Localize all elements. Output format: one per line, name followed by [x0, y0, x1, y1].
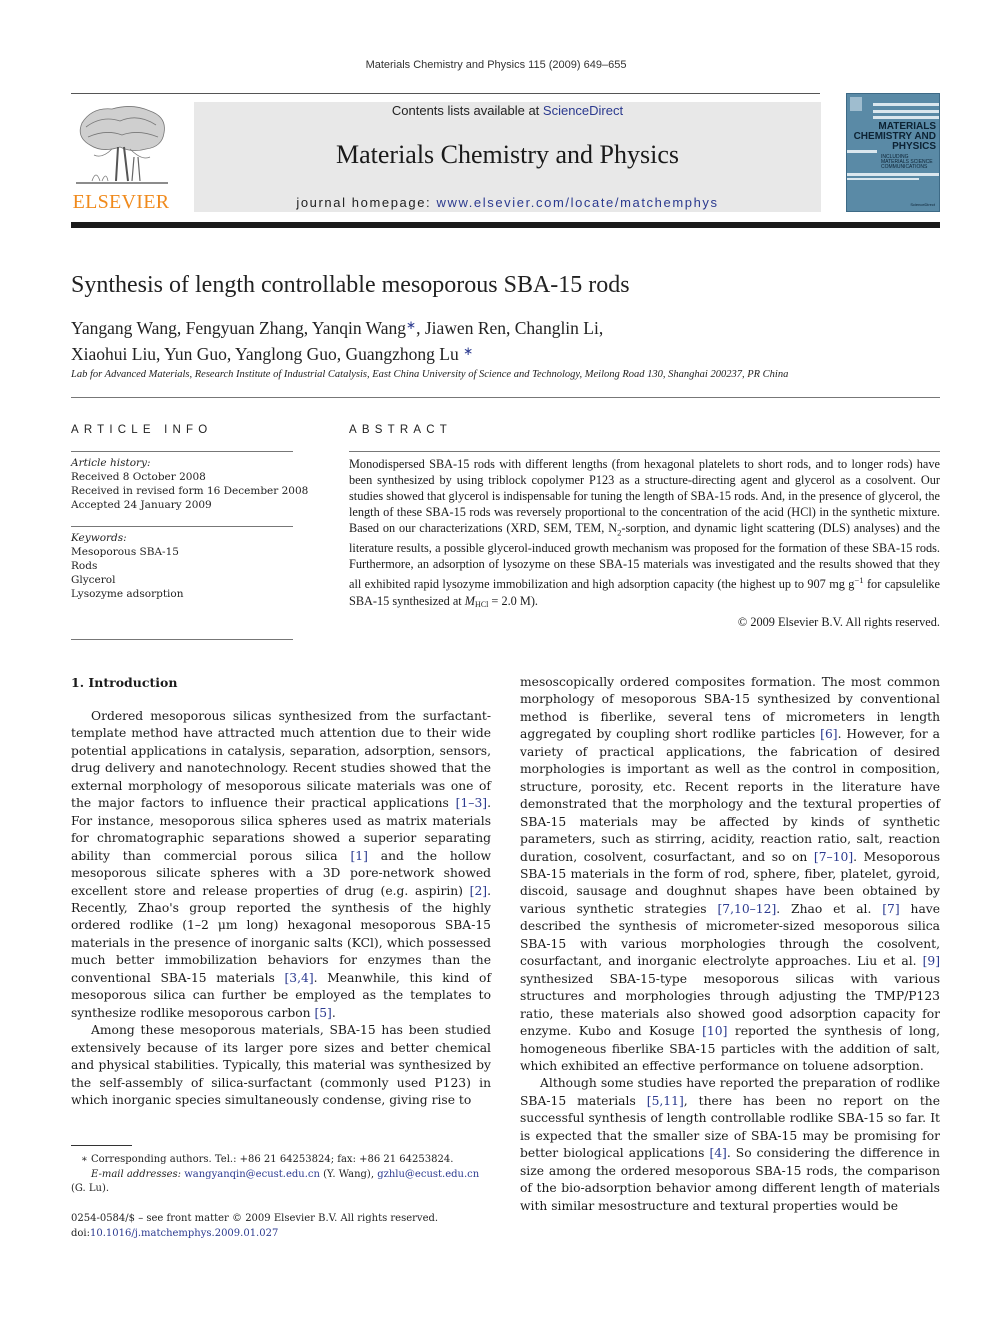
citation-link[interactable]: [1]: [350, 849, 367, 863]
keyword-item: Rods: [71, 560, 98, 572]
article-info-heading: ARTICLE INFO: [71, 424, 213, 436]
masthead-rule: [71, 222, 940, 228]
footnote-mark: ∗: [81, 1154, 88, 1165]
superscript: −1: [854, 575, 864, 586]
citation-link[interactable]: [4]: [709, 1146, 726, 1160]
email-link[interactable]: wangyanqin@ecust.edu.cn: [184, 1169, 320, 1180]
citation-link[interactable]: [7,10–12]: [717, 902, 776, 916]
authors-text: , Jiawen Ren, Changlin Li,: [416, 318, 604, 338]
journal-cover-image[interactable]: MATERIALS CHEMISTRY AND PHYSICS INCLUDIN…: [846, 93, 940, 212]
contents-line: Contents lists available at ScienceDirec…: [194, 103, 821, 118]
article-info-rule: [71, 451, 293, 452]
affiliation-rule: [71, 397, 940, 398]
keywords-label: Keywords:: [71, 532, 127, 544]
citation-link[interactable]: [9]: [923, 954, 940, 968]
citation-link[interactable]: [2]: [470, 884, 487, 898]
footnote: ∗ Corresponding authors. Tel.: +86 21 64…: [71, 1153, 491, 1197]
subscript: HCl: [475, 599, 489, 609]
author-list: Yangang Wang, Fengyuan Zhang, Yanqin Wan…: [71, 314, 603, 366]
journal-homepage: journal homepage: www.elsevier.com/locat…: [194, 195, 821, 210]
footnote-corresponding: ∗ Corresponding authors. Tel.: +86 21 64…: [71, 1153, 491, 1168]
cover-publisher: ScienceDirect: [910, 202, 935, 207]
paragraph: Among these mesoporous materials, SBA-15…: [71, 1023, 491, 1107]
article-info-bottom-rule: [71, 639, 293, 640]
article-history: Article history: Received 8 October 2008…: [71, 456, 308, 512]
keyword-item: Lysozyme adsorption: [71, 588, 184, 600]
journal-banner: Contents lists available at ScienceDirec…: [194, 102, 821, 212]
section-heading-introduction: 1. Introduction: [71, 675, 178, 690]
footnote-rule: [71, 1145, 132, 1146]
doi-link[interactable]: 10.1016/j.matchemphys.2009.01.027: [90, 1228, 278, 1239]
body-column-right: mesoscopically ordered composites format…: [520, 674, 940, 1215]
affiliation: Lab for Advanced Materials, Research Ins…: [71, 369, 789, 380]
authors-text: Xiaohui Liu, Yun Guo, Yanglong Guo, Guan…: [71, 344, 464, 364]
body-column-left: Ordered mesoporous silicas synthesized f…: [71, 708, 491, 1109]
cover-stripe: [847, 150, 877, 153]
tree-icon: [76, 106, 168, 184]
keywords-rule: [71, 526, 293, 527]
citation-link[interactable]: [7–10]: [814, 850, 853, 864]
abstract-text: Monodispersed SBA-15 rods with different…: [349, 456, 940, 613]
article-history-label: Article history:: [71, 457, 151, 469]
footnote-text: Corresponding authors. Tel.: +86 21 6425…: [87, 1154, 454, 1165]
doi-prefix: doi:: [71, 1228, 90, 1239]
history-item: Received in revised form 16 December 200…: [71, 485, 309, 497]
paragraph: Although some studies have reported the …: [520, 1076, 941, 1213]
citation-link[interactable]: [5,11]: [647, 1094, 684, 1108]
homepage-prefix: journal homepage:: [296, 195, 437, 210]
article-title: Synthesis of length controllable mesopor…: [71, 272, 630, 298]
abstract-segment: = 2.0 M).: [488, 593, 538, 608]
cover-stripe: [873, 110, 939, 113]
author-line: Yangang Wang, Fengyuan Zhang, Yanqin Wan…: [71, 314, 603, 340]
header-rule: [71, 93, 820, 94]
email-owner: (Y. Wang),: [319, 1168, 378, 1180]
citation-link[interactable]: [10]: [702, 1024, 727, 1038]
history-item: Received 8 October 2008: [71, 471, 206, 483]
authors-text: Yangang Wang, Fengyuan Zhang, Yanqin Wan…: [71, 318, 407, 338]
front-matter: 0254-0584/$ – see front matter © 2009 El…: [71, 1211, 438, 1241]
running-head: Materials Chemistry and Physics 115 (200…: [365, 59, 627, 71]
cover-stripe: [873, 116, 939, 119]
cover-subtitle: INCLUDING MATERIALS SCIENCE COMMUNICATIO…: [881, 155, 933, 170]
journal-title: Materials Chemistry and Physics: [335, 140, 679, 169]
elsevier-logo[interactable]: ELSEVIER: [70, 103, 172, 215]
sciencedirect-link[interactable]: ScienceDirect: [543, 103, 623, 118]
citation-link[interactable]: [3,4]: [285, 971, 314, 985]
cover-stripe: [847, 178, 919, 180]
cover-subtitle-line: COMMUNICATIONS: [881, 164, 928, 170]
homepage-link[interactable]: www.elsevier.com/locate/matchemphys: [436, 195, 718, 210]
history-item: Accepted 24 January 2009: [71, 499, 212, 511]
keywords: Keywords: Mesoporous SBA-15 Rods Glycero…: [71, 531, 184, 601]
cover-title: MATERIALS CHEMISTRY AND PHYSICS: [854, 122, 936, 152]
paragraph: Ordered mesoporous silicas synthesized f…: [71, 709, 491, 1020]
abstract-copyright: © 2009 Elsevier B.V. All rights reserved…: [737, 615, 940, 629]
elsevier-wordmark: ELSEVIER: [72, 191, 170, 213]
paragraph-continued: mesoscopically ordered composites format…: [520, 675, 941, 1073]
author-line: Xiaohui Liu, Yun Guo, Yanglong Guo, Guan…: [71, 340, 603, 366]
issn-line: 0254-0584/$ – see front matter © 2009 El…: [71, 1213, 439, 1224]
citation-link[interactable]: [1–3]: [456, 796, 487, 810]
molarity-symbol: M: [464, 593, 476, 608]
cover-logo-icon: [850, 97, 862, 111]
keyword-item: Glycerol: [71, 574, 116, 586]
cover-stripe: [847, 173, 939, 176]
abstract-heading: ABSTRACT: [349, 424, 452, 436]
email-owner: (G. Lu).: [71, 1183, 110, 1194]
email-label: E-mail addresses:: [91, 1168, 185, 1180]
abstract-rule: [349, 451, 940, 452]
email-link[interactable]: gzhlu@ecust.edu.cn: [377, 1169, 479, 1180]
corresponding-author-mark[interactable]: ∗: [463, 344, 473, 358]
doi-line: doi:10.1016/j.matchemphys.2009.01.027: [71, 1226, 438, 1241]
cover-stripe: [873, 103, 939, 106]
keyword-item: Mesoporous SBA-15: [71, 546, 179, 558]
contents-prefix: Contents lists available at: [391, 103, 543, 118]
footnote-emails: E-mail addresses: wangyanqin@ecust.edu.c…: [71, 1168, 491, 1183]
citation-link[interactable]: [5]: [314, 1006, 331, 1020]
citation-link[interactable]: [6]: [820, 727, 837, 741]
citation-link[interactable]: [7]: [882, 902, 899, 916]
corresponding-author-mark[interactable]: ∗: [406, 318, 416, 332]
